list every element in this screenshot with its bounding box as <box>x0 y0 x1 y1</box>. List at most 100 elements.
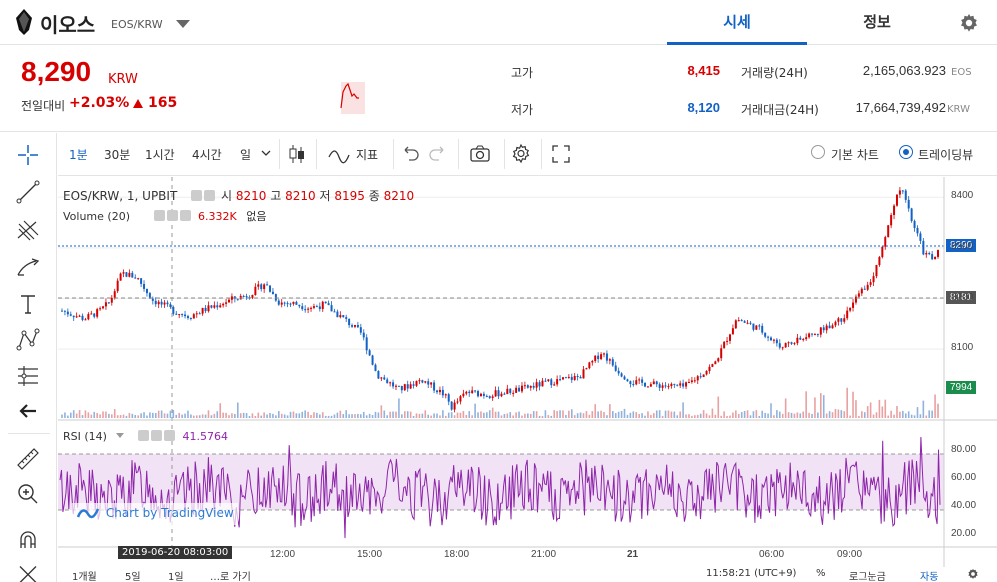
percent-toggle[interactable]: % <box>816 568 826 579</box>
brush-tool[interactable] <box>14 253 42 281</box>
candle-body <box>145 288 148 294</box>
candlestick-icon[interactable] <box>284 141 310 167</box>
candle-body <box>474 390 477 392</box>
radio-basic-chart[interactable] <box>811 145 825 159</box>
volume-bar <box>749 415 752 418</box>
candle-body <box>380 377 383 379</box>
candle-body <box>333 311 336 313</box>
candle-body <box>582 369 585 379</box>
go-to-date[interactable]: …로 가기 <box>210 568 251 582</box>
candle-body <box>75 316 78 318</box>
crosshair-tool[interactable] <box>14 141 42 169</box>
settings-icon[interactable] <box>150 430 162 441</box>
candle-body <box>667 386 670 388</box>
auto-scale-toggle[interactable]: 자동 <box>920 568 938 582</box>
settings-icon[interactable] <box>204 190 216 201</box>
tab-info[interactable]: 정보 <box>807 0 947 45</box>
chevron-down-icon[interactable] <box>261 149 271 157</box>
volume-bar <box>928 410 931 418</box>
chevron-down-icon[interactable] <box>176 20 190 28</box>
basic-chart-label[interactable]: 기본 차트 <box>831 146 879 163</box>
volume-bar <box>538 415 541 418</box>
volume-bar <box>904 413 907 418</box>
zoom-tool[interactable] <box>14 480 42 508</box>
volume-bar <box>72 410 75 418</box>
candle-body <box>523 385 526 387</box>
volume-bar <box>116 415 119 418</box>
pattern-tool[interactable] <box>14 326 42 354</box>
chevron-down-icon[interactable] <box>116 433 125 438</box>
text-tool[interactable] <box>14 290 42 318</box>
eye-icon[interactable] <box>153 210 165 221</box>
volume-bar <box>184 413 186 418</box>
candle-body <box>535 382 538 388</box>
volume-bar <box>321 412 324 418</box>
gear-icon[interactable] <box>957 11 981 35</box>
volume-bar <box>81 415 84 418</box>
volume-bar <box>84 410 87 418</box>
volume-bar <box>263 412 265 418</box>
indicators-button[interactable]: 지표 <box>356 146 378 163</box>
candle-body <box>263 284 266 290</box>
volume-bar <box>78 410 81 418</box>
indicator-wave-icon[interactable] <box>326 141 352 167</box>
candle-body <box>731 328 734 335</box>
log-scale-toggle[interactable]: 로그눈금 <box>849 568 886 582</box>
trendline-tool[interactable] <box>14 178 42 206</box>
settings-icon[interactable] <box>166 210 178 221</box>
volume-bar <box>831 412 834 418</box>
interval-1m[interactable]: 1분 <box>69 146 88 163</box>
camera-icon[interactable] <box>467 141 493 167</box>
candle-body <box>225 302 228 304</box>
tab-price[interactable]: 시세 <box>667 0 807 45</box>
interval-1h[interactable]: 1시간 <box>145 146 175 163</box>
hide-drawings-tool[interactable] <box>14 561 42 582</box>
back-tool[interactable] <box>14 397 42 425</box>
interval-day[interactable]: 일 <box>240 146 251 163</box>
candle-body <box>696 376 699 381</box>
candle-body <box>617 370 620 374</box>
redo-icon[interactable] <box>425 141 451 167</box>
close-icon[interactable] <box>163 430 175 441</box>
tradingview-watermark[interactable]: Chart by TradingView <box>72 503 238 525</box>
radio-tradingview[interactable] <box>899 145 913 159</box>
price-axis-label: 8400 <box>951 190 974 202</box>
range-5-days[interactable]: 5일 <box>125 568 141 582</box>
volume-bar <box>585 411 588 418</box>
candle-body <box>702 374 705 377</box>
volume-bar <box>532 411 535 418</box>
volume-bar <box>295 413 298 418</box>
candle-body <box>629 381 632 385</box>
volume-bar <box>360 414 362 418</box>
range-1-month[interactable]: 1개월 <box>72 568 97 582</box>
eye-icon[interactable] <box>191 190 203 201</box>
chart-area[interactable]: EOS/KRW, 1, UPBIT 시 8210 고 8210 저 8195 종… <box>58 177 997 582</box>
candle-body <box>312 306 315 308</box>
volume-bar <box>222 412 224 418</box>
prediction-tool[interactable] <box>14 362 42 390</box>
candle-body <box>726 340 729 342</box>
ruler-tool[interactable] <box>14 445 42 473</box>
undo-icon[interactable] <box>397 141 423 167</box>
candle-body <box>646 386 649 388</box>
fib-tool[interactable] <box>14 216 42 244</box>
close-icon[interactable] <box>179 210 191 221</box>
magnet-tool[interactable] <box>14 526 42 554</box>
candle-body <box>356 324 359 328</box>
volume-bar <box>266 414 268 418</box>
range-1-day[interactable]: 1일 <box>168 568 184 582</box>
interval-30m[interactable]: 30분 <box>104 146 130 163</box>
mini-sparkline <box>335 68 365 114</box>
fullscreen-icon[interactable] <box>548 141 574 167</box>
gear-icon[interactable] <box>966 567 980 581</box>
tradingview-label[interactable]: 트레이딩뷰 <box>918 146 973 163</box>
pitchfork-icon <box>17 220 39 241</box>
low-value: 8195 <box>334 189 365 203</box>
volume-bar <box>869 402 872 418</box>
candle-body <box>687 382 690 384</box>
interval-4h[interactable]: 4시간 <box>192 146 222 163</box>
candle-body <box>63 310 66 312</box>
settings-gear-icon[interactable] <box>508 141 534 167</box>
eye-icon[interactable] <box>137 430 149 441</box>
volume-bar <box>696 414 699 418</box>
